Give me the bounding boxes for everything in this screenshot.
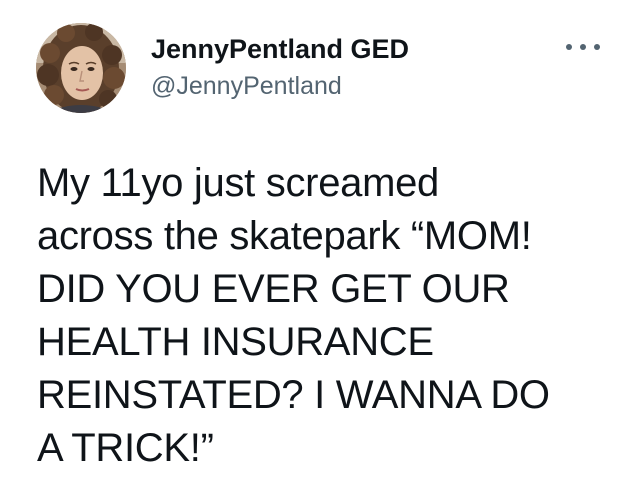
more-dot xyxy=(594,44,600,50)
avatar[interactable] xyxy=(36,23,126,113)
tweet-text: My 11yo just screamed across the skatepa… xyxy=(37,161,550,470)
more-dot xyxy=(580,44,586,50)
more-horizontal-icon[interactable] xyxy=(566,38,600,56)
profile-photo-icon xyxy=(36,23,126,113)
tweet-card: JennyPentland GED @JennyPentland My 11yo… xyxy=(0,0,634,484)
more-dot xyxy=(566,44,572,50)
author-handle[interactable]: @JennyPentland xyxy=(151,71,342,101)
author-display-name[interactable]: JennyPentland GED xyxy=(151,33,409,65)
